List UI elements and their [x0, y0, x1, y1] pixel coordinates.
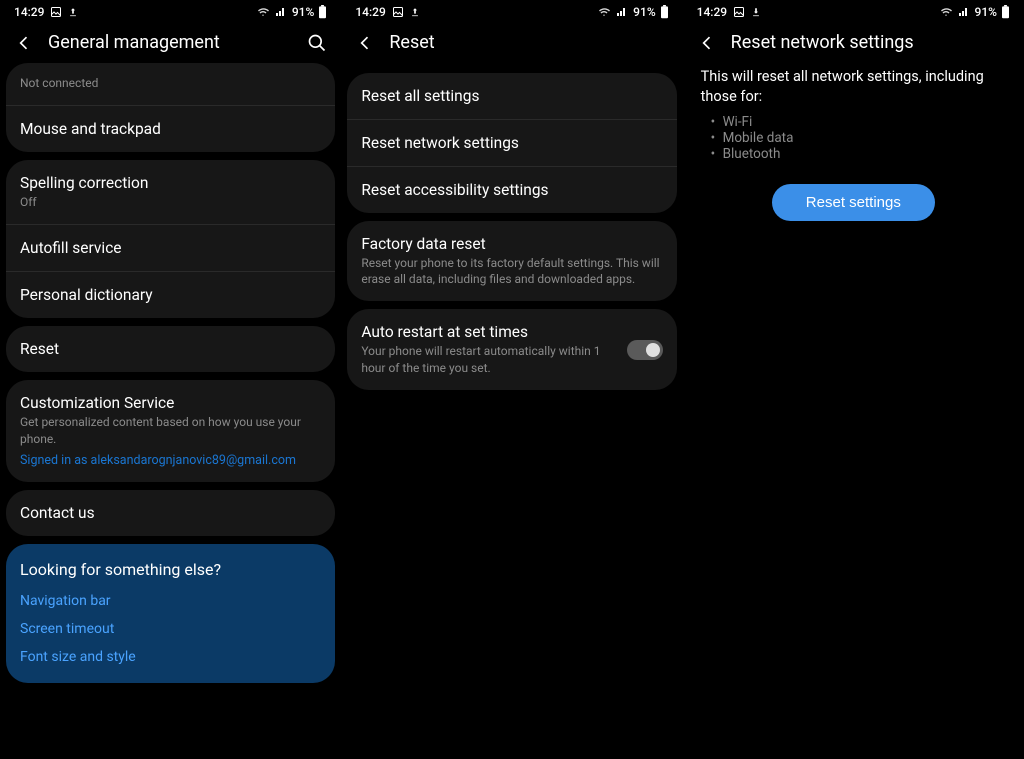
row-title: Reset accessibility settings: [361, 181, 662, 199]
row-auto-restart[interactable]: Auto restart at set times Your phone wil…: [347, 309, 676, 389]
bullet-mobile-data: Mobile data: [711, 130, 1006, 146]
row-physical-keyboard[interactable]: Physical keyboard Not connected: [6, 63, 335, 106]
row-subtitle: Off: [20, 194, 321, 210]
row-personal-dictionary[interactable]: Personal dictionary: [6, 272, 335, 318]
row-customization-service[interactable]: Customization Service Get personalized c…: [6, 380, 335, 481]
row-subtitle: Get personalized content based on how yo…: [20, 414, 321, 446]
page-title: Reset: [389, 32, 668, 53]
bullet-wifi: Wi-Fi: [711, 114, 1006, 130]
row-subtitle: Your phone will restart automatically wi…: [361, 343, 616, 375]
row-title: Reset network settings: [361, 134, 662, 152]
signal-icon: [615, 6, 629, 18]
battery-percent: 91%: [975, 5, 997, 19]
suggest-link-screen-timeout[interactable]: Screen timeout: [20, 621, 321, 637]
wifi-icon: [939, 6, 953, 18]
signed-in-link[interactable]: Signed in as aleksandarognjanovic89@gmai…: [20, 453, 321, 468]
bullet-bluetooth: Bluetooth: [711, 146, 1006, 162]
row-contact-us[interactable]: Contact us: [6, 490, 335, 536]
row-reset[interactable]: Reset: [6, 326, 335, 372]
row-title: Reset all settings: [361, 87, 662, 105]
back-icon[interactable]: [355, 33, 375, 53]
wifi-icon: [256, 6, 270, 18]
clock: 14:29: [355, 5, 385, 19]
row-mouse-trackpad[interactable]: Mouse and trackpad: [6, 106, 335, 152]
battery-percent: 91%: [633, 5, 655, 19]
row-reset-network-settings[interactable]: Reset network settings: [347, 120, 676, 167]
bullet-list: Wi-Fi Mobile data Bluetooth: [683, 108, 1024, 162]
battery-percent: 91%: [292, 5, 314, 19]
search-icon[interactable]: [307, 33, 327, 53]
row-reset-all-settings[interactable]: Reset all settings: [347, 73, 676, 120]
row-subtitle: Not connected: [20, 75, 321, 91]
page-title: Reset network settings: [731, 32, 1010, 53]
header: Reset: [341, 22, 682, 67]
battery-icon: [318, 5, 327, 19]
row-title: Contact us: [20, 504, 321, 522]
description: This will reset all network settings, in…: [683, 67, 1024, 108]
row-title: Personal dictionary: [20, 286, 321, 304]
row-title: Physical keyboard: [20, 63, 145, 64]
clock: 14:29: [697, 5, 727, 19]
status-bar: 14:29 91%: [341, 0, 682, 22]
row-title: Auto restart at set times: [361, 323, 616, 341]
status-bar: 14:29 91%: [0, 0, 341, 22]
row-title: Autofill service: [20, 239, 321, 257]
row-autofill[interactable]: Autofill service: [6, 225, 335, 272]
auto-restart-toggle[interactable]: [627, 340, 663, 360]
image-icon: [50, 6, 62, 18]
row-title: Customization Service: [20, 394, 321, 412]
clock: 14:29: [14, 5, 44, 19]
suggest-link-navigation-bar[interactable]: Navigation bar: [20, 593, 321, 609]
header: General management: [0, 22, 341, 67]
row-title: Reset: [20, 340, 321, 358]
row-title: Factory data reset: [361, 235, 662, 253]
wifi-icon: [597, 6, 611, 18]
upload-icon: [410, 6, 420, 18]
image-icon: [392, 6, 404, 18]
back-icon[interactable]: [14, 33, 34, 53]
header: Reset network settings: [683, 22, 1024, 67]
row-factory-data-reset[interactable]: Factory data reset Reset your phone to i…: [347, 221, 676, 301]
page-title: General management: [48, 32, 293, 53]
suggestion-title: Looking for something else?: [20, 560, 321, 579]
status-bar: 14:29 91%: [683, 0, 1024, 22]
suggestion-card: Looking for something else? Navigation b…: [6, 544, 335, 683]
image-icon: [733, 6, 745, 18]
battery-icon: [1001, 5, 1010, 19]
reset-settings-button[interactable]: Reset settings: [772, 184, 935, 221]
row-spelling-correction[interactable]: Spelling correction Off: [6, 160, 335, 225]
back-icon[interactable]: [697, 33, 717, 53]
row-title: Mouse and trackpad: [20, 120, 321, 138]
suggest-link-font-size[interactable]: Font size and style: [20, 649, 321, 665]
download-icon: [751, 6, 761, 18]
row-subtitle: Reset your phone to its factory default …: [361, 255, 662, 287]
signal-icon: [274, 6, 288, 18]
row-title: Spelling correction: [20, 174, 321, 192]
row-reset-accessibility[interactable]: Reset accessibility settings: [347, 167, 676, 213]
upload-icon: [68, 6, 78, 18]
battery-icon: [660, 5, 669, 19]
signal-icon: [957, 6, 971, 18]
